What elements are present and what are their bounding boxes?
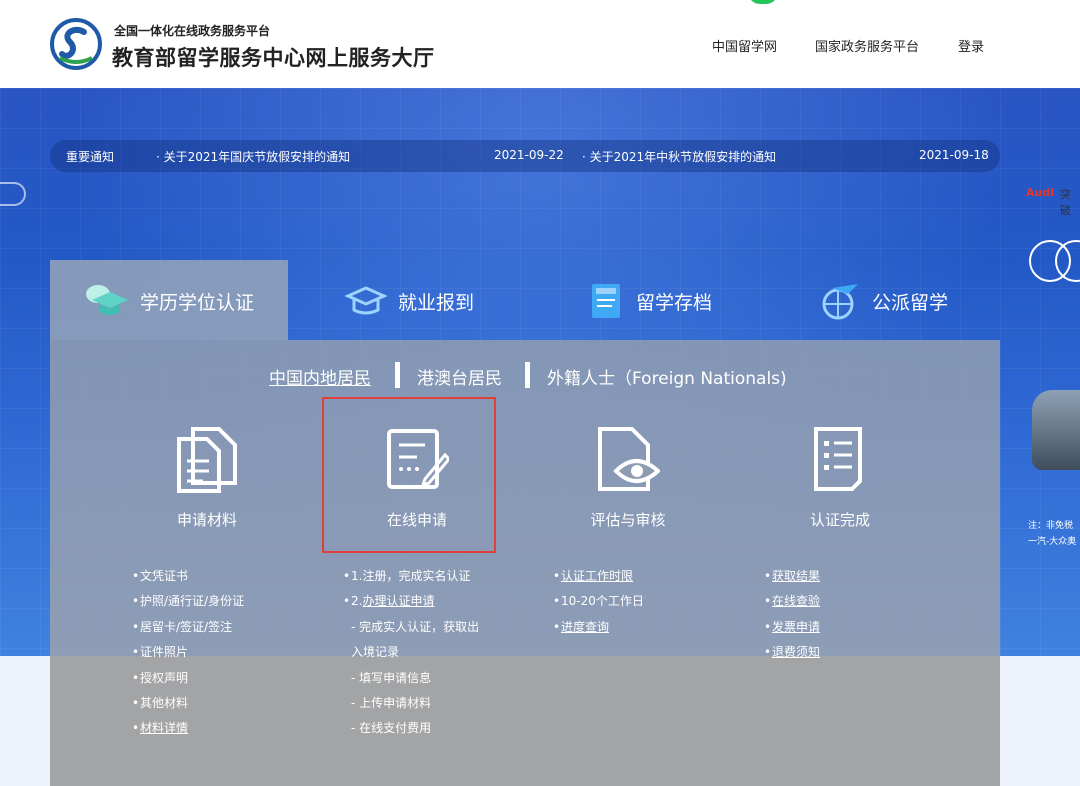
list-item: •10-20个工作日 (553, 594, 644, 609)
step-label: 评估与审核 (590, 511, 666, 529)
subtab-foreign[interactable]: 外籍人士（Foreign Nationals) (547, 364, 787, 389)
tab-study-archive[interactable]: 留学存档 (588, 260, 768, 340)
notice-date-1: 2021-09-22 (494, 148, 564, 162)
notice-item-1[interactable]: · 关于2021年国庆节放假安排的通知 (156, 148, 350, 165)
notice-label: 重要通知 (66, 150, 115, 164)
list-item: - 在线支付费用 (351, 721, 432, 736)
list-item: •其他材料 (132, 695, 189, 710)
notice-bar: 重要通知 · 关于2021年国庆节放假安排的通知 2021-09-22 · 关于… (50, 140, 1000, 172)
side-badge-icon[interactable] (0, 182, 26, 206)
checklist-icon[interactable] (808, 425, 872, 493)
apply-verification-link[interactable]: •2.办理认证申请 (343, 591, 479, 616)
ad-brand[interactable]: Audi (1026, 186, 1054, 199)
materials-list: •文凭证书 •护照/通行证/身份证 •居留卡/签证/签注 •证件照片 •授权声明… (132, 566, 244, 744)
ad-car-image[interactable] (1032, 390, 1080, 470)
tab-label: 学历学位认证 (140, 292, 255, 314)
tab-label: 公派留学 (872, 292, 949, 314)
subtab-mainland[interactable]: 中国内地居民 (269, 364, 371, 389)
brand-subtitle: 全国一体化在线政务服务平台 (114, 24, 271, 38)
online-verify-link[interactable]: •在线查验 (764, 591, 820, 616)
plane-globe-icon (822, 284, 858, 320)
processing-time-link[interactable]: •认证工作时限 (553, 566, 644, 591)
list-item: •1.注册，完成实名认证 (343, 569, 471, 583)
documents-icon[interactable] (175, 425, 239, 493)
tab-employment-registration[interactable]: 就业报到 (340, 260, 520, 340)
review-eye-icon[interactable] (596, 425, 660, 493)
nav-link-cscse[interactable]: 中国留学网 (712, 36, 777, 55)
site-header: 全国一体化在线政务服务平台 教育部留学服务中心网上服务大厅 中国留学网 国家政务… (0, 0, 1080, 88)
login-link[interactable]: 登录 (958, 36, 984, 55)
list-item: •护照/通行证/身份证 (132, 594, 245, 609)
tab-government-sponsored[interactable]: 公派留学 (818, 260, 998, 340)
completion-list: •获取结果 •在线查验 •发票申请 •退费须知 (764, 566, 820, 668)
ad-note-2: 一汽-大众奥 (1028, 537, 1077, 547)
brand-title[interactable]: 教育部留学服务中心网上服务大厅 (112, 42, 435, 72)
ad-note-1: 注：非免税 (1028, 521, 1074, 531)
step-label: 申请材料 (176, 511, 237, 529)
graduation-cap-icon (86, 285, 128, 315)
subtab-divider (395, 362, 400, 388)
notice-date-2: 2021-09-18 (919, 148, 989, 162)
edit-form-icon[interactable] (385, 425, 449, 493)
hat-icon (344, 286, 388, 315)
step-label: 认证完成 (809, 511, 870, 529)
list-item: - 完成实人认证，获取出 (351, 619, 480, 634)
refund-notice-link[interactable]: •退费须知 (764, 642, 820, 667)
online-application-list: •1.注册，完成实名认证 •2.办理认证申请 - 完成实人认证，获取出 入境记录… (343, 566, 479, 744)
tab-degree-verification[interactable]: 学历学位认证 (50, 260, 288, 340)
subtab-divider (525, 362, 530, 388)
tab-label: 留学存档 (636, 292, 713, 314)
list-item: •授权声明 (132, 670, 189, 685)
get-result-link[interactable]: •获取结果 (764, 566, 820, 591)
ad-rings-icon (1029, 240, 1080, 282)
list-item: •居留卡/签证/签注 (132, 619, 233, 634)
materials-detail-link[interactable]: •材料详情 (132, 718, 244, 743)
ad-text: 突破 (1060, 188, 1071, 217)
list-item: - 填写申请信息 (351, 670, 432, 685)
site-logo-icon[interactable] (50, 18, 102, 70)
review-list: •认证工作时限 •10-20个工作日 •进度查询 (553, 566, 644, 642)
archive-doc-icon (592, 284, 620, 318)
list-item: •证件照片 (132, 645, 189, 660)
step-label: 在线申请 (386, 511, 447, 529)
invoice-request-link[interactable]: •发票申请 (764, 617, 820, 642)
decor-dot (748, 0, 778, 4)
list-item: - 上传申请材料 (351, 695, 432, 710)
resident-type-tabs: 中国内地居民 港澳台居民 外籍人士（Foreign Nationals) (0, 364, 1080, 389)
notice-item-2[interactable]: · 关于2021年中秋节放假安排的通知 (582, 148, 776, 165)
subtab-hk-macao-taiwan[interactable]: 港澳台居民 (417, 364, 502, 389)
list-item: •文凭证书 (132, 569, 189, 583)
list-item: 入境记录 (351, 645, 400, 660)
tab-label: 就业报到 (398, 292, 475, 314)
progress-query-link[interactable]: •进度查询 (553, 617, 644, 642)
nav-link-gov-platform[interactable]: 国家政务服务平台 (815, 36, 919, 55)
